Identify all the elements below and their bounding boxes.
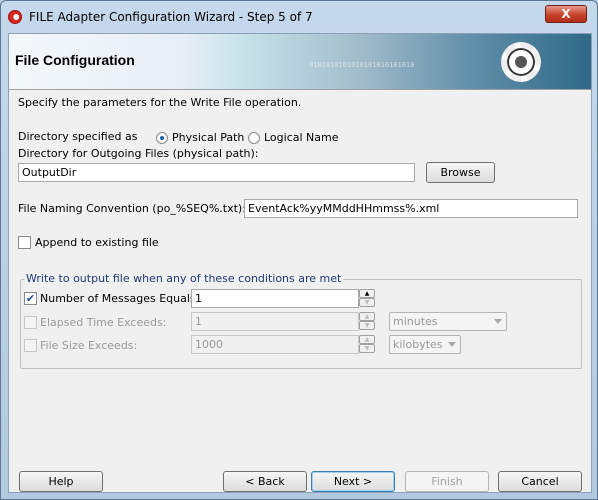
cancel-button[interactable]: Cancel bbox=[498, 471, 582, 492]
elapsed-label: Elapsed Time Exceeds: bbox=[40, 316, 167, 329]
directory-input[interactable]: OutputDir bbox=[18, 163, 415, 182]
spin-down-icon[interactable]: ▼ bbox=[359, 298, 375, 307]
wizard-body: File Configuration 010101010101010101010… bbox=[8, 33, 592, 493]
messages-spinner[interactable]: ▲ ▼ bbox=[359, 289, 375, 308]
filesize-unit-value: kilobytes bbox=[393, 338, 443, 351]
next-button[interactable]: Next > bbox=[311, 471, 395, 492]
filesize-unit-select[interactable]: kilobytes bbox=[389, 335, 461, 354]
back-button[interactable]: < Back bbox=[223, 471, 307, 492]
spin-up-icon[interactable]: ▲ bbox=[359, 312, 375, 321]
elapsed-unit-select[interactable]: minutes bbox=[389, 312, 507, 331]
elapsed-checkbox[interactable] bbox=[24, 316, 37, 329]
help-button[interactable]: Help bbox=[19, 471, 103, 492]
append-checkbox[interactable] bbox=[18, 236, 31, 249]
filesize-label: File Size Exceeds: bbox=[40, 339, 138, 352]
browse-button[interactable]: Browse bbox=[426, 162, 495, 183]
logical-name-radio[interactable] bbox=[248, 132, 260, 144]
messages-checkbox[interactable]: ✔ bbox=[24, 292, 37, 305]
naming-input[interactable]: EventAck%yyMMddHHmmss%.xml bbox=[244, 199, 578, 218]
close-button[interactable]: X bbox=[545, 5, 587, 23]
directory-label: Directory for Outgoing Files (physical p… bbox=[18, 147, 259, 160]
directory-type-label: Directory specified as bbox=[18, 130, 138, 143]
intro-text: Specify the parameters for the Write Fil… bbox=[18, 96, 302, 109]
filesize-spinner[interactable]: ▲ ▼ bbox=[359, 335, 375, 354]
elapsed-unit-value: minutes bbox=[393, 315, 438, 328]
logical-name-label[interactable]: Logical Name bbox=[264, 131, 339, 144]
physical-path-label[interactable]: Physical Path bbox=[172, 131, 244, 144]
elapsed-spinner[interactable]: ▲ ▼ bbox=[359, 312, 375, 331]
append-label[interactable]: Append to existing file bbox=[35, 236, 159, 249]
finish-button[interactable]: Finish bbox=[405, 471, 489, 492]
filesize-checkbox[interactable] bbox=[24, 339, 37, 352]
messages-input[interactable]: 1 bbox=[191, 289, 359, 308]
elapsed-input[interactable]: 1 bbox=[191, 312, 359, 331]
header-banner: File Configuration 010101010101010101010… bbox=[9, 34, 591, 90]
binary-decoration: 0101010101010101010101010 bbox=[309, 61, 415, 69]
gear-plug-icon bbox=[501, 42, 541, 82]
physical-path-radio[interactable] bbox=[156, 132, 168, 144]
app-logo-icon bbox=[8, 10, 22, 24]
spin-down-icon[interactable]: ▼ bbox=[359, 344, 375, 353]
spin-down-icon[interactable]: ▼ bbox=[359, 321, 375, 330]
chevron-down-icon bbox=[494, 319, 502, 324]
filesize-input[interactable]: 1000 bbox=[191, 335, 359, 354]
conditions-legend: Write to output file when any of these c… bbox=[24, 272, 344, 285]
page-title: File Configuration bbox=[15, 52, 135, 68]
chevron-down-icon bbox=[448, 342, 456, 347]
naming-label: File Naming Convention (po_%SEQ%.txt): bbox=[18, 202, 246, 215]
spin-up-icon[interactable]: ▲ bbox=[359, 335, 375, 344]
spin-up-icon[interactable]: ▲ bbox=[359, 289, 375, 298]
window-title: FILE Adapter Configuration Wizard - Step… bbox=[29, 10, 313, 24]
messages-label[interactable]: Number of Messages Equals: bbox=[40, 292, 199, 305]
wizard-window: FILE Adapter Configuration Wizard - Step… bbox=[0, 0, 598, 500]
